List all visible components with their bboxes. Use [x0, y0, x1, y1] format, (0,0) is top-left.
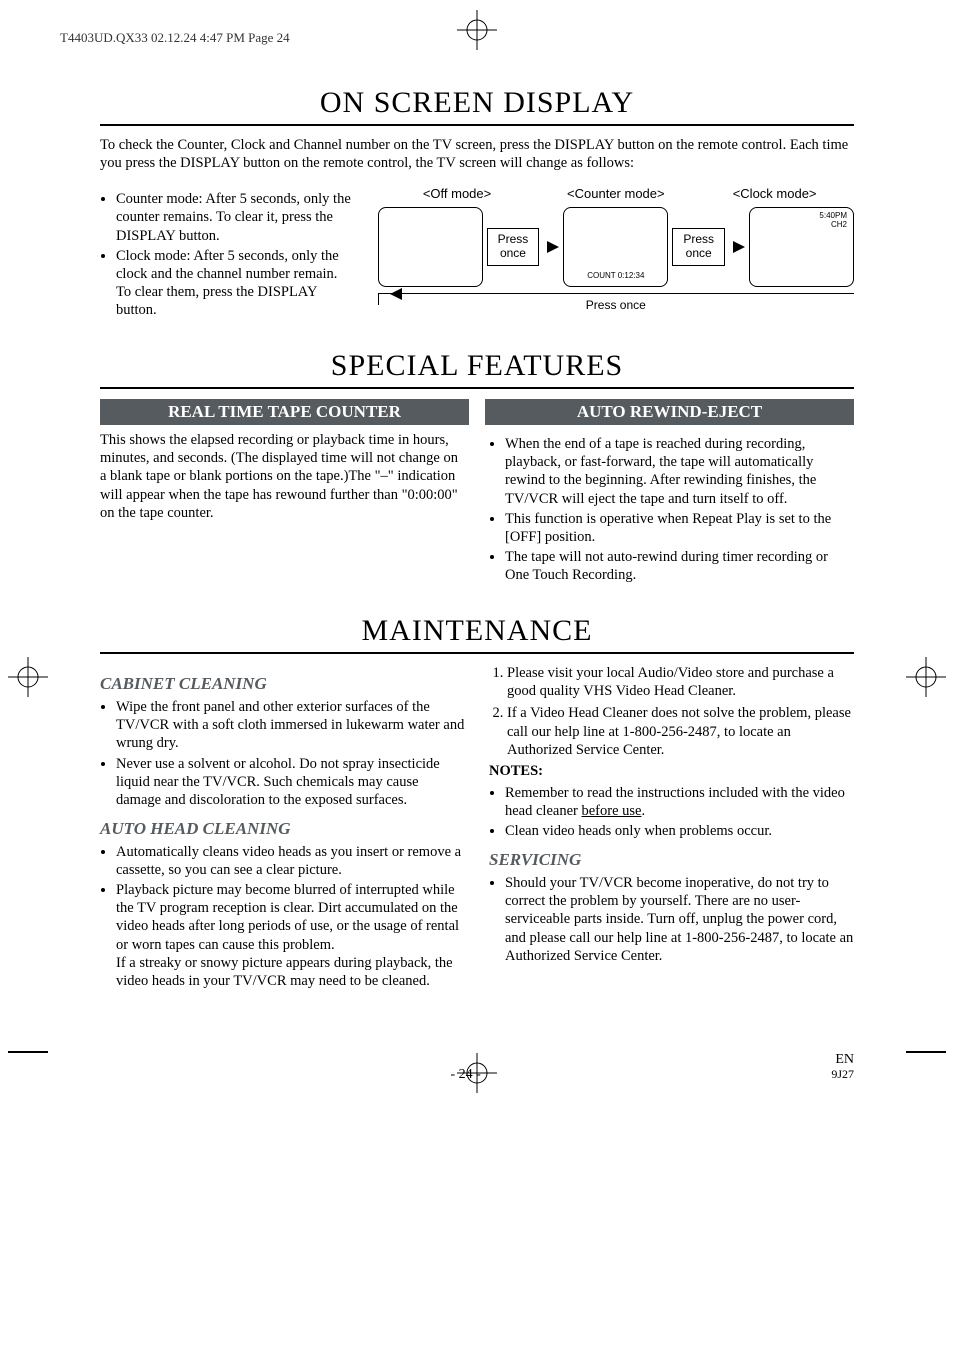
subsection-heading: REAL TIME TAPE COUNTER — [100, 399, 469, 425]
press-label: Pressonce — [672, 228, 725, 266]
are-bullet: When the end of a tape is reached during… — [505, 435, 854, 508]
divider — [100, 124, 854, 126]
notes-label: NOTES: — [489, 763, 854, 780]
press-once-return: Press once — [378, 293, 854, 312]
osd-intro: To check the Counter, Clock and Channel … — [100, 136, 854, 172]
clock-readout: 5:40PMCH2 — [756, 212, 847, 230]
registration-mark-icon — [457, 1053, 497, 1093]
crop-mark-icon — [8, 1051, 48, 1053]
autohead-tail: If a streaky or snowy picture appears du… — [116, 954, 465, 990]
divider — [100, 652, 854, 654]
registration-mark-icon — [8, 657, 48, 697]
osd-bullet: Counter mode: After 5 seconds, only the … — [116, 190, 354, 244]
notes-bullet: Remember to read the instructions includ… — [505, 784, 854, 820]
arrow-right-icon — [547, 241, 559, 253]
notes-bullet: Clean video heads only when problems occ… — [505, 822, 854, 840]
registration-mark-icon — [906, 657, 946, 697]
section-title: MAINTENANCE — [100, 614, 854, 648]
divider — [100, 387, 854, 389]
tv-screen-off — [378, 207, 483, 287]
mode-label: <Off mode> — [378, 186, 537, 201]
autohead-bullet: Playback picture may become blurred of i… — [116, 881, 465, 990]
arrow-right-icon — [733, 241, 745, 253]
press-label: Pressonce — [487, 228, 540, 266]
subsection-heading: SERVICING — [489, 850, 854, 870]
registration-mark-icon — [457, 10, 497, 50]
maint-step: If a Video Head Cleaner does not solve t… — [507, 704, 854, 758]
section-title: SPECIAL FEATURES — [100, 349, 854, 383]
display-mode-diagram: <Off mode> <Counter mode> <Clock mode> P… — [378, 186, 854, 321]
counter-readout: COUNT 0:12:34 — [564, 271, 667, 280]
autohead-bullet: Automatically cleans video heads as you … — [116, 843, 465, 879]
servicing-bullet: Should your TV/VCR become inoperative, d… — [505, 874, 854, 965]
cabinet-bullet: Never use a solvent or alcohol. Do not s… — [116, 755, 465, 809]
subsection-heading: AUTO HEAD CLEANING — [100, 819, 465, 839]
are-bullet: The tape will not auto-rewind during tim… — [505, 548, 854, 584]
osd-bullet: Clock mode: After 5 seconds, only the cl… — [116, 247, 354, 320]
arrow-left-icon — [390, 288, 402, 300]
section-title: ON SCREEN DISPLAY — [100, 86, 854, 120]
doc-code: 9J27 — [831, 1067, 854, 1081]
are-bullet: This function is operative when Repeat P… — [505, 510, 854, 546]
mode-label: <Counter mode> — [536, 186, 695, 201]
mode-label: <Clock mode> — [695, 186, 854, 201]
crop-mark-icon — [906, 1051, 946, 1053]
rtc-body: This shows the elapsed recording or play… — [100, 431, 465, 522]
tv-screen-counter: COUNT 0:12:34 — [563, 207, 668, 287]
tv-screen-clock: 5:40PMCH2 — [749, 207, 854, 287]
maint-step: Please visit your local Audio/Video stor… — [507, 664, 854, 700]
cabinet-bullet: Wipe the front panel and other exterior … — [116, 698, 465, 752]
subsection-heading: AUTO REWIND-EJECT — [485, 399, 854, 425]
subsection-heading: CABINET CLEANING — [100, 674, 465, 694]
lang-code: EN — [835, 1052, 854, 1067]
